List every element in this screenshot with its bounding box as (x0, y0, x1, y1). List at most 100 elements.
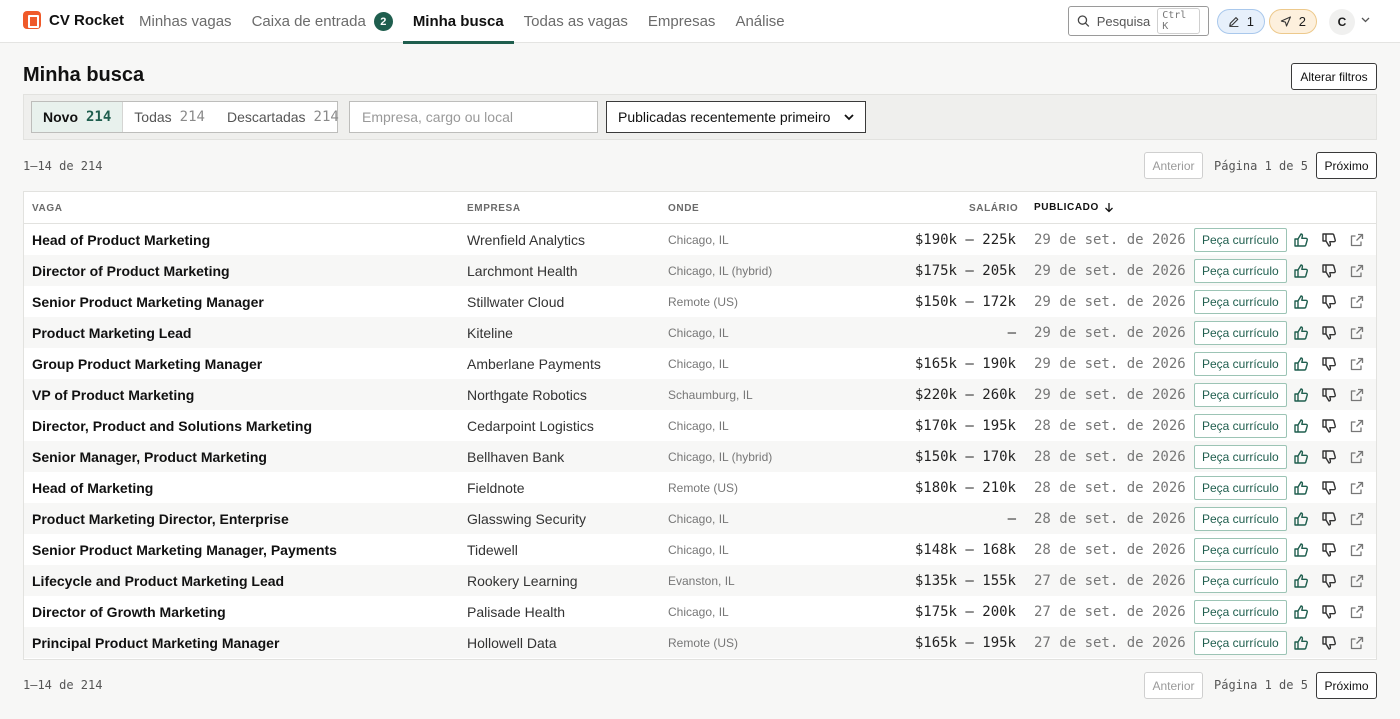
table-row[interactable]: Principal Product Marketing Manager Hollo… (24, 627, 1376, 658)
job-title[interactable]: Group Product Marketing Manager (32, 348, 262, 379)
nav-link-minha-busca[interactable]: Minha busca (402, 0, 514, 44)
thumbs-down-icon[interactable] (1321, 418, 1337, 434)
change-filters-button[interactable]: Alterar filtros (1291, 63, 1377, 90)
thumbs-down-icon[interactable] (1321, 511, 1337, 527)
column-header-salario[interactable]: SALÁRIO (969, 203, 1018, 214)
thumbs-down-icon[interactable] (1321, 325, 1337, 341)
global-search-button[interactable]: Pesquisa Ctrl K (1068, 6, 1209, 36)
thumbs-up-icon[interactable] (1293, 418, 1309, 434)
thumbs-up-icon[interactable] (1293, 511, 1309, 527)
request-cv-button[interactable]: Peça currículo (1194, 321, 1287, 345)
thumbs-up-icon[interactable] (1293, 356, 1309, 372)
job-title[interactable]: Director of Product Marketing (32, 255, 230, 286)
request-cv-button[interactable]: Peça currículo (1194, 228, 1287, 252)
previous-page-button[interactable]: Anterior (1144, 152, 1203, 179)
external-link-icon[interactable] (1349, 635, 1365, 651)
request-cv-button[interactable]: Peça currículo (1194, 631, 1287, 655)
thumbs-down-icon[interactable] (1321, 635, 1337, 651)
external-link-icon[interactable] (1349, 232, 1365, 248)
nav-link-empresas[interactable]: Empresas (638, 0, 726, 43)
drafts-pill[interactable]: 1 (1217, 9, 1265, 34)
thumbs-up-icon[interactable] (1293, 232, 1309, 248)
thumbs-up-icon[interactable] (1293, 263, 1309, 279)
nav-link-caixa-de-entrada[interactable]: Caixa de entrada 2 (242, 0, 403, 43)
external-link-icon[interactable] (1349, 418, 1365, 434)
column-header-empresa[interactable]: EMPRESA (467, 203, 521, 214)
table-row[interactable]: Product Marketing Lead Kiteline Chicago, I… (24, 317, 1376, 348)
table-row[interactable]: Director, Product and Solutions Marketin… (24, 410, 1376, 441)
table-row[interactable]: Director of Product Marketing Larchmont H… (24, 255, 1376, 286)
thumbs-down-icon[interactable] (1321, 449, 1337, 465)
thumbs-down-icon[interactable] (1321, 263, 1337, 279)
job-title[interactable]: Product Marketing Lead (32, 317, 191, 348)
thumbs-up-icon[interactable] (1293, 387, 1309, 403)
avatar[interactable]: C (1329, 9, 1355, 35)
external-link-icon[interactable] (1349, 263, 1365, 279)
request-cv-button[interactable]: Peça currículo (1194, 600, 1287, 624)
job-title[interactable]: Principal Product Marketing Manager (32, 627, 279, 658)
thumbs-up-icon[interactable] (1293, 604, 1309, 620)
column-header-vaga[interactable]: VAGA (32, 203, 63, 214)
job-title[interactable]: Head of Product Marketing (32, 224, 210, 255)
job-title[interactable]: VP of Product Marketing (32, 379, 194, 410)
next-page-button[interactable]: Próximo (1316, 152, 1377, 179)
table-row[interactable]: Senior Manager, Product Marketing Bellhav… (24, 441, 1376, 472)
thumbs-up-icon[interactable] (1293, 294, 1309, 310)
external-link-icon[interactable] (1349, 604, 1365, 620)
tab-novo[interactable]: Novo 214 (32, 102, 124, 132)
request-cv-button[interactable]: Peça currículo (1194, 414, 1287, 438)
thumbs-down-icon[interactable] (1321, 232, 1337, 248)
request-cv-button[interactable]: Peça currículo (1194, 290, 1287, 314)
thumbs-down-icon[interactable] (1321, 573, 1337, 589)
job-title[interactable]: Product Marketing Director, Enterprise (32, 503, 289, 534)
request-cv-button[interactable]: Peça currículo (1194, 538, 1287, 562)
brand[interactable]: CV Rocket (23, 11, 124, 29)
job-title[interactable]: Head of Marketing (32, 472, 153, 503)
table-row[interactable]: Senior Product Marketing Manager Stillwat… (24, 286, 1376, 317)
external-link-icon[interactable] (1349, 325, 1365, 341)
table-row[interactable]: Head of Product Marketing Wrenfield Analy… (24, 224, 1376, 255)
job-title[interactable]: Senior Product Marketing Manager (32, 286, 264, 317)
next-page-button-bottom[interactable]: Próximo (1316, 672, 1377, 699)
thumbs-down-icon[interactable] (1321, 356, 1337, 372)
nav-link-todas-as-vagas[interactable]: Todas as vagas (514, 0, 638, 43)
thumbs-up-icon[interactable] (1293, 325, 1309, 341)
thumbs-down-icon[interactable] (1321, 542, 1337, 558)
table-row[interactable]: Senior Product Marketing Manager, Paymen… (24, 534, 1376, 565)
job-title[interactable]: Lifecycle and Product Marketing Lead (32, 565, 284, 596)
request-cv-button[interactable]: Peça currículo (1194, 569, 1287, 593)
job-title[interactable]: Director of Growth Marketing (32, 596, 226, 627)
external-link-icon[interactable] (1349, 480, 1365, 496)
request-cv-button[interactable]: Peça currículo (1194, 507, 1287, 531)
external-link-icon[interactable] (1349, 387, 1365, 403)
request-cv-button[interactable]: Peça currículo (1194, 476, 1287, 500)
external-link-icon[interactable] (1349, 573, 1365, 589)
column-header-publicado[interactable]: PUBLICADO (1034, 202, 1114, 213)
thumbs-up-icon[interactable] (1293, 449, 1309, 465)
job-title[interactable]: Senior Product Marketing Manager, Paymen… (32, 534, 337, 565)
table-row[interactable]: Lifecycle and Product Marketing Lead Rook… (24, 565, 1376, 596)
nav-link-minhas-vagas[interactable]: Minhas vagas (129, 0, 242, 43)
table-row[interactable]: Product Marketing Director, Enterprise Gl… (24, 503, 1376, 534)
table-row[interactable]: Group Product Marketing Manager Amberlane… (24, 348, 1376, 379)
thumbs-down-icon[interactable] (1321, 387, 1337, 403)
request-cv-button[interactable]: Peça currículo (1194, 445, 1287, 469)
table-row[interactable]: VP of Product Marketing Northgate Robotic… (24, 379, 1376, 410)
request-cv-button[interactable]: Peça currículo (1194, 352, 1287, 376)
job-title[interactable]: Director, Product and Solutions Marketin… (32, 410, 312, 441)
external-link-icon[interactable] (1349, 542, 1365, 558)
external-link-icon[interactable] (1349, 356, 1365, 372)
thumbs-up-icon[interactable] (1293, 480, 1309, 496)
thumbs-up-icon[interactable] (1293, 542, 1309, 558)
thumbs-down-icon[interactable] (1321, 480, 1337, 496)
external-link-icon[interactable] (1349, 294, 1365, 310)
sort-select[interactable]: Publicadas recentemente primeiro (606, 101, 866, 133)
thumbs-down-icon[interactable] (1321, 604, 1337, 620)
request-cv-button[interactable]: Peça currículo (1194, 259, 1287, 283)
table-row[interactable]: Director of Growth Marketing Palisade Hea… (24, 596, 1376, 627)
chevron-down-icon[interactable] (1360, 14, 1371, 25)
sent-pill[interactable]: 2 (1269, 9, 1317, 34)
request-cv-button[interactable]: Peça currículo (1194, 383, 1287, 407)
job-title[interactable]: Senior Manager, Product Marketing (32, 441, 267, 472)
thumbs-up-icon[interactable] (1293, 573, 1309, 589)
